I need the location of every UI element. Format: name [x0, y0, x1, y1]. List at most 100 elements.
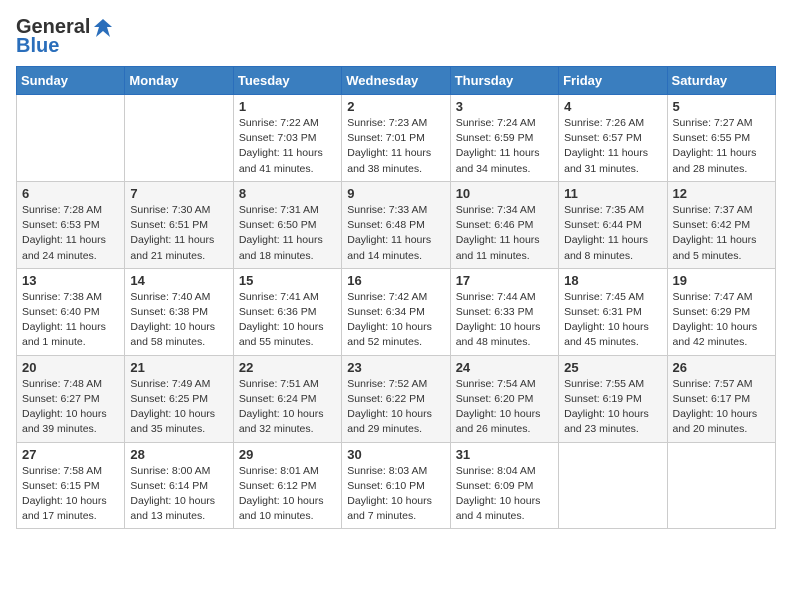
calendar-cell: 8 Sunrise: 7:31 AM Sunset: 6:50 PM Daylig…	[233, 181, 341, 268]
calendar-cell: 17 Sunrise: 7:44 AM Sunset: 6:33 PM Dayli…	[450, 268, 558, 355]
day-number: 21	[130, 360, 227, 375]
calendar-cell	[125, 95, 233, 182]
calendar-cell: 3 Sunrise: 7:24 AM Sunset: 6:59 PM Daylig…	[450, 95, 558, 182]
day-number: 28	[130, 447, 227, 462]
day-detail: Sunrise: 8:03 AM Sunset: 6:10 PM Dayligh…	[347, 464, 444, 525]
calendar-cell: 14 Sunrise: 7:40 AM Sunset: 6:38 PM Dayli…	[125, 268, 233, 355]
day-header-friday: Friday	[559, 67, 667, 95]
calendar-week-3: 13 Sunrise: 7:38 AM Sunset: 6:40 PM Dayli…	[17, 268, 776, 355]
day-detail: Sunrise: 8:04 AM Sunset: 6:09 PM Dayligh…	[456, 464, 553, 525]
day-detail: Sunrise: 7:27 AM Sunset: 6:55 PM Dayligh…	[673, 116, 770, 177]
calendar-cell: 19Sunrise: 7:47 AM Sunset: 6:29 PM Dayli…	[667, 268, 775, 355]
calendar-cell: 30 Sunrise: 8:03 AM Sunset: 6:10 PM Dayli…	[342, 442, 450, 529]
calendar-cell: 24 Sunrise: 7:54 AM Sunset: 6:20 PM Dayli…	[450, 355, 558, 442]
calendar-cell: 27Sunrise: 7:58 AM Sunset: 6:15 PM Dayli…	[17, 442, 125, 529]
day-number: 10	[456, 186, 553, 201]
calendar-cell: 25 Sunrise: 7:55 AM Sunset: 6:19 PM Dayli…	[559, 355, 667, 442]
calendar-cell: 31 Sunrise: 8:04 AM Sunset: 6:09 PM Dayli…	[450, 442, 558, 529]
day-detail: Sunrise: 7:58 AM Sunset: 6:15 PM Dayligh…	[22, 464, 119, 525]
day-number: 5	[673, 99, 770, 114]
day-number: 16	[347, 273, 444, 288]
calendar-cell: 29 Sunrise: 8:01 AM Sunset: 6:12 PM Dayli…	[233, 442, 341, 529]
logo-blue-text: Blue	[16, 35, 59, 58]
calendar-cell	[17, 95, 125, 182]
calendar-cell: 13 Sunrise: 7:38 AM Sunset: 6:40 PM Dayli…	[17, 268, 125, 355]
day-detail: Sunrise: 8:00 AM Sunset: 6:14 PM Dayligh…	[130, 464, 227, 525]
day-number: 1	[239, 99, 336, 114]
day-header-thursday: Thursday	[450, 67, 558, 95]
day-number: 20	[22, 360, 119, 375]
calendar-cell: 18 Sunrise: 7:45 AM Sunset: 6:31 PM Dayli…	[559, 268, 667, 355]
day-detail: Sunrise: 7:35 AM Sunset: 6:44 PM Dayligh…	[564, 203, 661, 264]
calendar-cell: 5 Sunrise: 7:27 AM Sunset: 6:55 PM Daylig…	[667, 95, 775, 182]
day-detail: Sunrise: 7:48 AM Sunset: 6:27 PM Dayligh…	[22, 377, 119, 438]
day-number: 3	[456, 99, 553, 114]
day-detail: Sunrise: 7:34 AM Sunset: 6:46 PM Dayligh…	[456, 203, 553, 264]
day-detail: Sunrise: 7:45 AM Sunset: 6:31 PM Dayligh…	[564, 290, 661, 351]
day-detail: Sunrise: 8:01 AM Sunset: 6:12 PM Dayligh…	[239, 464, 336, 525]
calendar-cell: 21Sunrise: 7:49 AM Sunset: 6:25 PM Dayli…	[125, 355, 233, 442]
day-number: 4	[564, 99, 661, 114]
day-detail: Sunrise: 7:57 AM Sunset: 6:17 PM Dayligh…	[673, 377, 770, 438]
day-number: 14	[130, 273, 227, 288]
day-detail: Sunrise: 7:37 AM Sunset: 6:42 PM Dayligh…	[673, 203, 770, 264]
calendar-week-5: 27Sunrise: 7:58 AM Sunset: 6:15 PM Dayli…	[17, 442, 776, 529]
calendar-cell: 23Sunrise: 7:52 AM Sunset: 6:22 PM Dayli…	[342, 355, 450, 442]
page-header: General Blue	[16, 16, 776, 58]
day-number: 30	[347, 447, 444, 462]
day-number: 17	[456, 273, 553, 288]
day-detail: Sunrise: 7:24 AM Sunset: 6:59 PM Dayligh…	[456, 116, 553, 177]
day-header-tuesday: Tuesday	[233, 67, 341, 95]
day-detail: Sunrise: 7:22 AM Sunset: 7:03 PM Dayligh…	[239, 116, 336, 177]
calendar-cell: 9Sunrise: 7:33 AM Sunset: 6:48 PM Daylig…	[342, 181, 450, 268]
logo: General Blue	[16, 16, 114, 58]
day-number: 7	[130, 186, 227, 201]
day-detail: Sunrise: 7:40 AM Sunset: 6:38 PM Dayligh…	[130, 290, 227, 351]
calendar-week-1: 1 Sunrise: 7:22 AM Sunset: 7:03 PM Daylig…	[17, 95, 776, 182]
day-detail: Sunrise: 7:26 AM Sunset: 6:57 PM Dayligh…	[564, 116, 661, 177]
day-number: 31	[456, 447, 553, 462]
day-detail: Sunrise: 7:42 AM Sunset: 6:34 PM Dayligh…	[347, 290, 444, 351]
day-number: 13	[22, 273, 119, 288]
calendar-week-4: 20 Sunrise: 7:48 AM Sunset: 6:27 PM Dayli…	[17, 355, 776, 442]
calendar-week-2: 6 Sunrise: 7:28 AM Sunset: 6:53 PM Daylig…	[17, 181, 776, 268]
day-number: 2	[347, 99, 444, 114]
day-detail: Sunrise: 7:55 AM Sunset: 6:19 PM Dayligh…	[564, 377, 661, 438]
day-number: 24	[456, 360, 553, 375]
day-number: 6	[22, 186, 119, 201]
day-detail: Sunrise: 7:28 AM Sunset: 6:53 PM Dayligh…	[22, 203, 119, 264]
calendar-cell: 15Sunrise: 7:41 AM Sunset: 6:36 PM Dayli…	[233, 268, 341, 355]
day-detail: Sunrise: 7:31 AM Sunset: 6:50 PM Dayligh…	[239, 203, 336, 264]
calendar-table: SundayMondayTuesdayWednesdayThursdayFrid…	[16, 66, 776, 529]
calendar-cell: 16 Sunrise: 7:42 AM Sunset: 6:34 PM Dayli…	[342, 268, 450, 355]
day-detail: Sunrise: 7:44 AM Sunset: 6:33 PM Dayligh…	[456, 290, 553, 351]
day-number: 26	[673, 360, 770, 375]
day-header-sunday: Sunday	[17, 67, 125, 95]
calendar-cell: 6 Sunrise: 7:28 AM Sunset: 6:53 PM Daylig…	[17, 181, 125, 268]
calendar-cell: 11 Sunrise: 7:35 AM Sunset: 6:44 PM Dayli…	[559, 181, 667, 268]
day-number: 9	[347, 186, 444, 201]
day-detail: Sunrise: 7:41 AM Sunset: 6:36 PM Dayligh…	[239, 290, 336, 351]
day-detail: Sunrise: 7:52 AM Sunset: 6:22 PM Dayligh…	[347, 377, 444, 438]
day-detail: Sunrise: 7:47 AM Sunset: 6:29 PM Dayligh…	[673, 290, 770, 351]
day-detail: Sunrise: 7:30 AM Sunset: 6:51 PM Dayligh…	[130, 203, 227, 264]
day-number: 8	[239, 186, 336, 201]
day-detail: Sunrise: 7:54 AM Sunset: 6:20 PM Dayligh…	[456, 377, 553, 438]
calendar-cell: 1 Sunrise: 7:22 AM Sunset: 7:03 PM Daylig…	[233, 95, 341, 182]
day-detail: Sunrise: 7:38 AM Sunset: 6:40 PM Dayligh…	[22, 290, 119, 351]
day-number: 22	[239, 360, 336, 375]
calendar-cell: 22Sunrise: 7:51 AM Sunset: 6:24 PM Dayli…	[233, 355, 341, 442]
calendar-cell: 10 Sunrise: 7:34 AM Sunset: 6:46 PM Dayli…	[450, 181, 558, 268]
day-number: 11	[564, 186, 661, 201]
day-number: 25	[564, 360, 661, 375]
day-number: 29	[239, 447, 336, 462]
calendar-cell: 7 Sunrise: 7:30 AM Sunset: 6:51 PM Daylig…	[125, 181, 233, 268]
day-number: 18	[564, 273, 661, 288]
calendar-cell: 12 Sunrise: 7:37 AM Sunset: 6:42 PM Dayli…	[667, 181, 775, 268]
calendar-header-row: SundayMondayTuesdayWednesdayThursdayFrid…	[17, 67, 776, 95]
calendar-cell	[559, 442, 667, 529]
day-detail: Sunrise: 7:23 AM Sunset: 7:01 PM Dayligh…	[347, 116, 444, 177]
day-number: 12	[673, 186, 770, 201]
calendar-cell: 4 Sunrise: 7:26 AM Sunset: 6:57 PM Daylig…	[559, 95, 667, 182]
day-header-saturday: Saturday	[667, 67, 775, 95]
